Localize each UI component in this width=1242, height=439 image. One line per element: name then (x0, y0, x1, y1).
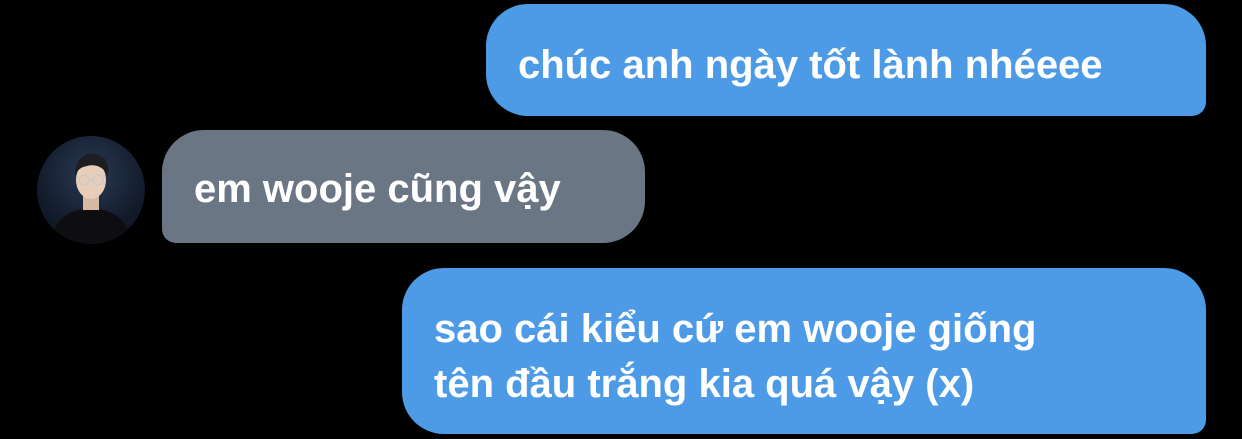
message-text: sao cái kiểu cứ em wooje giống tên đầu t… (434, 307, 1037, 406)
message-text: chúc anh ngày tốt lành nhéeee (518, 43, 1103, 87)
sent-message-bubble[interactable]: chúc anh ngày tốt lành nhéeee (486, 4, 1206, 116)
avatar-person-icon (51, 153, 131, 244)
received-message-bubble[interactable]: em wooje cũng vậy (162, 130, 645, 243)
sent-message-bubble[interactable]: sao cái kiểu cứ em wooje giống tên đầu t… (402, 268, 1206, 434)
contact-avatar[interactable] (37, 136, 145, 244)
message-text: em wooje cũng vậy (194, 167, 561, 211)
